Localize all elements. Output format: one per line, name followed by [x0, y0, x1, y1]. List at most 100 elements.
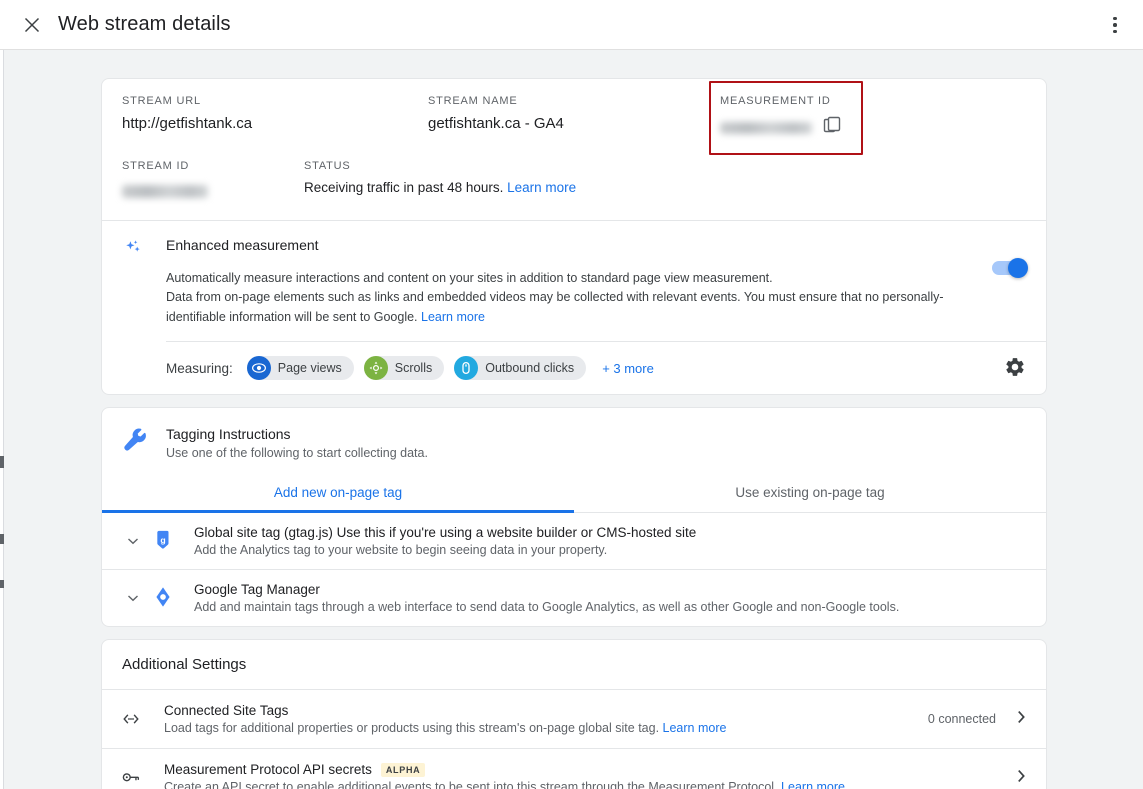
settings-row-desc: Create an API secret to enable additiona… — [164, 780, 1012, 789]
measuring-row: Measuring: Page views Scrolls Outbound c… — [102, 342, 1046, 394]
chip-outbound-clicks[interactable]: Outbound clicks — [454, 356, 587, 381]
web-stream-details-page: Web stream details STREAM URL http://get… — [0, 0, 1143, 789]
settings-row-title: Measurement Protocol API secrets ALPHA — [164, 762, 1012, 777]
settings-row-learn-more-link[interactable]: Learn more — [663, 721, 727, 735]
connected-count-value: 0 connected — [927, 712, 996, 727]
alpha-badge: ALPHA — [380, 762, 426, 777]
content-column: STREAM URL http://getfishtank.ca STREAM … — [101, 78, 1047, 789]
stream-id-field: STREAM ID — [122, 160, 304, 198]
overflow-menu-button[interactable] — [1101, 11, 1129, 39]
google-tag-manager-icon — [152, 582, 194, 613]
enhanced-measurement-learn-more-link[interactable]: Learn more — [421, 310, 485, 324]
tab-use-existing-on-page-tag[interactable]: Use existing on-page tag — [574, 472, 1046, 512]
tagging-row-title-strong: Google Tag Manager — [194, 582, 320, 598]
stream-info-card: STREAM URL http://getfishtank.ca STREAM … — [101, 78, 1047, 396]
settings-row-learn-more-link[interactable]: Learn more — [781, 780, 845, 789]
tagging-row-desc: Add and maintain tags through a web inte… — [194, 600, 900, 615]
sliver-mark-2 — [0, 534, 4, 544]
tagging-header-text: Tagging Instructions Use one of the foll… — [166, 426, 428, 460]
chevron-down-icon — [128, 538, 138, 545]
chip-page-views[interactable]: Page views — [246, 356, 354, 381]
measurement-id-value — [720, 121, 812, 134]
enhanced-measurement-body: Enhanced measurement Automatically measu… — [166, 235, 1028, 341]
stream-url-label: STREAM URL — [122, 95, 201, 107]
stream-id-value — [122, 184, 208, 198]
mouse-icon — [454, 356, 479, 381]
more-vert-icon-dot — [1113, 16, 1117, 21]
stream-name-field: STREAM NAME getfishtank.ca - GA4 — [428, 95, 720, 140]
measuring-more-link[interactable]: + 3 more — [602, 361, 654, 376]
tagging-row-body: Google Tag Manager Add and maintain tags… — [194, 582, 1026, 614]
chevron-down-icon — [128, 595, 138, 602]
status-learn-more-link[interactable]: Learn more — [507, 180, 576, 195]
settings-row-body: Connected Site Tags Load tags for additi… — [164, 703, 928, 735]
settings-row-title: Connected Site Tags — [164, 703, 928, 718]
close-button[interactable] — [12, 5, 52, 45]
chip-scrolls[interactable]: Scrolls — [363, 356, 445, 381]
svg-text:g: g — [160, 535, 165, 545]
enhanced-measurement-title: Enhanced measurement — [166, 237, 319, 253]
tagging-row-desc: Add the Analytics tag to your website to… — [194, 543, 608, 558]
enhanced-measurement-toggle[interactable] — [992, 258, 1028, 278]
stream-url-value: http://getfishtank.ca — [122, 115, 253, 132]
tagging-subtitle: Use one of the following to start collec… — [166, 446, 428, 461]
top-app-bar: Web stream details — [0, 0, 1143, 50]
enhanced-measurement-desc-line2: Data from on-page elements such as links… — [166, 290, 944, 324]
page-title: Web stream details — [58, 13, 231, 35]
tagging-title: Tagging Instructions — [166, 426, 291, 443]
stream-id-label: STREAM ID — [122, 160, 190, 172]
tagging-row-google-tag-manager[interactable]: Google Tag Manager Add and maintain tags… — [102, 570, 1046, 626]
measurement-id-value-row — [720, 115, 1010, 140]
enhanced-measurement-description: Automatically measure interactions and c… — [166, 269, 992, 327]
close-icon — [22, 15, 42, 35]
enhanced-measurement-desc-line1: Automatically measure interactions and c… — [166, 271, 773, 285]
wrench-icon — [122, 426, 166, 460]
additional-settings-title: Additional Settings — [102, 640, 1046, 691]
status-field: STATUS Receiving traffic in past 48 hour… — [304, 160, 724, 198]
stream-ids-section: STREAM URL http://getfishtank.ca STREAM … — [102, 79, 1046, 220]
stream-ids-row-1: STREAM URL http://getfishtank.ca STREAM … — [122, 95, 1026, 140]
expand-chevron-global-site-tag[interactable] — [114, 525, 152, 549]
chevron-right-icon[interactable] — [1012, 767, 1030, 789]
toggle-knob — [1008, 258, 1028, 278]
eye-icon — [246, 356, 271, 381]
settings-row-desc: Load tags for additional properties or p… — [164, 721, 928, 735]
sliver-mark-1 — [0, 456, 4, 468]
code-brackets-icon — [120, 708, 164, 730]
tagging-row-title: Google Tag Manager — [194, 582, 1026, 597]
tab-add-new-on-page-tag[interactable]: Add new on-page tag — [102, 472, 574, 512]
tagging-header: Tagging Instructions Use one of the foll… — [102, 408, 1046, 472]
tagging-row-body: Global site tag (gtag.js) Use this if yo… — [194, 525, 1026, 557]
copy-icon[interactable] — [822, 115, 842, 140]
settings-row-measurement-protocol-api-secrets[interactable]: Measurement Protocol API secrets ALPHA C… — [102, 749, 1046, 789]
more-vert-icon-dot — [1113, 29, 1117, 34]
key-icon — [120, 767, 164, 789]
settings-row-desc-text: Load tags for additional properties or p… — [164, 721, 660, 736]
stream-name-value: getfishtank.ca - GA4 — [428, 115, 564, 132]
settings-row-title-text: Measurement Protocol API secrets — [164, 762, 372, 778]
chip-label: Page views — [277, 361, 342, 376]
tagging-row-title: Global site tag (gtag.js) Use this if yo… — [194, 525, 1026, 540]
tagging-row-title-strong: Global site tag (gtag.js) — [194, 525, 333, 541]
expand-chevron-google-tag-manager[interactable] — [114, 582, 152, 606]
gear-icon[interactable] — [1004, 356, 1026, 383]
tagging-row-title-rest: Use this if you're using a website build… — [332, 525, 697, 541]
settings-row-title-text: Connected Site Tags — [164, 703, 289, 719]
stream-url-field: STREAM URL http://getfishtank.ca — [122, 95, 428, 140]
more-vert-icon-dot — [1113, 23, 1117, 27]
tagging-tabs: Add new on-page tag Use existing on-page… — [102, 472, 1046, 514]
tagging-instructions-card: Tagging Instructions Use one of the foll… — [101, 407, 1047, 628]
scroll-icon — [363, 356, 388, 381]
chip-label: Outbound clicks — [485, 361, 575, 376]
tagging-row-global-site-tag[interactable]: g Global site tag (gtag.js) Use this if … — [102, 513, 1046, 571]
chevron-right-icon[interactable] — [1012, 708, 1030, 731]
measuring-label: Measuring: — [166, 360, 233, 376]
settings-row-connected-site-tags[interactable]: Connected Site Tags Load tags for additi… — [102, 690, 1046, 750]
status-value: Receiving traffic in past 48 hours. — [304, 180, 504, 195]
chip-label: Scrolls — [394, 361, 433, 376]
tab-active-underline — [102, 510, 574, 514]
measurement-id-field: MEASUREMENT ID — [720, 95, 1010, 140]
sparkles-icon — [122, 235, 166, 341]
settings-row-desc-text: Create an API secret to enable additiona… — [164, 780, 778, 789]
additional-settings-card: Additional Settings Connected Site Tags … — [101, 639, 1047, 789]
